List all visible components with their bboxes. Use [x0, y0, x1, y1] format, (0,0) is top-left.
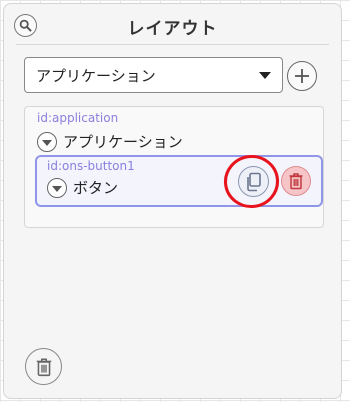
- header-divider: [16, 44, 329, 45]
- collapse-toggle-icon[interactable]: [47, 177, 67, 198]
- component-select-value: アプリケーション: [36, 66, 156, 85]
- trash-icon: [36, 357, 51, 376]
- root-node-name: アプリケーション: [63, 133, 183, 151]
- component-tree: id:application アプリケーション id:ons-button1 ボ…: [24, 106, 324, 228]
- child-node-row: ボタン: [47, 177, 118, 198]
- component-select[interactable]: アプリケーション: [24, 57, 283, 93]
- panel-header: レイアウト: [4, 4, 341, 44]
- plus-icon: [295, 69, 309, 83]
- child-node-id: id:ons-button1: [47, 159, 135, 173]
- chevron-down-icon: [259, 72, 271, 79]
- root-node-id: id:application: [37, 111, 119, 125]
- add-component-button[interactable]: [287, 61, 317, 91]
- delete-all-button[interactable]: [25, 348, 62, 385]
- tree-node-ons-button1[interactable]: id:ons-button1 ボタン: [35, 155, 323, 207]
- delete-node-button[interactable]: [281, 166, 311, 196]
- child-node-name: ボタン: [73, 179, 119, 197]
- tree-node-application[interactable]: アプリケーション: [37, 131, 183, 152]
- collapse-toggle-icon[interactable]: [37, 131, 57, 152]
- panel-title: レイアウト: [127, 19, 218, 39]
- trash-icon: [289, 173, 303, 190]
